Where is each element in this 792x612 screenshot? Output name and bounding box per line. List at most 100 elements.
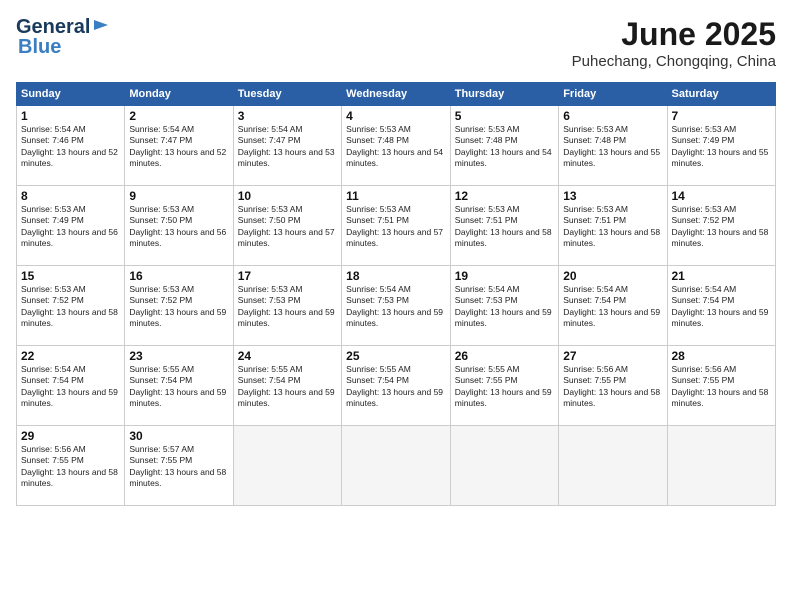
day-info: Sunrise: 5:57 AM Sunset: 7:55 PM Dayligh… <box>129 444 228 490</box>
table-row: 7 Sunrise: 5:53 AM Sunset: 7:49 PM Dayli… <box>667 106 776 186</box>
day-number: 24 <box>238 349 337 363</box>
table-row: 4 Sunrise: 5:53 AM Sunset: 7:48 PM Dayli… <box>342 106 451 186</box>
day-number: 23 <box>129 349 228 363</box>
table-row: 11 Sunrise: 5:53 AM Sunset: 7:51 PM Dayl… <box>342 186 451 266</box>
table-row: 12 Sunrise: 5:53 AM Sunset: 7:51 PM Dayl… <box>450 186 558 266</box>
day-number: 3 <box>238 109 337 123</box>
table-row: 3 Sunrise: 5:54 AM Sunset: 7:47 PM Dayli… <box>233 106 341 186</box>
day-number: 8 <box>21 189 120 203</box>
col-wednesday: Wednesday <box>342 83 451 106</box>
day-info: Sunrise: 5:53 AM Sunset: 7:50 PM Dayligh… <box>129 204 228 250</box>
day-info: Sunrise: 5:54 AM Sunset: 7:47 PM Dayligh… <box>238 124 337 170</box>
table-row: 18 Sunrise: 5:54 AM Sunset: 7:53 PM Dayl… <box>342 266 451 346</box>
day-number: 30 <box>129 429 228 443</box>
day-number: 2 <box>129 109 228 123</box>
day-number: 17 <box>238 269 337 283</box>
table-row: 10 Sunrise: 5:53 AM Sunset: 7:50 PM Dayl… <box>233 186 341 266</box>
table-row: 14 Sunrise: 5:53 AM Sunset: 7:52 PM Dayl… <box>667 186 776 266</box>
day-info: Sunrise: 5:56 AM Sunset: 7:55 PM Dayligh… <box>563 364 662 410</box>
day-info: Sunrise: 5:53 AM Sunset: 7:49 PM Dayligh… <box>672 124 772 170</box>
day-number: 16 <box>129 269 228 283</box>
day-info: Sunrise: 5:54 AM Sunset: 7:46 PM Dayligh… <box>21 124 120 170</box>
day-info: Sunrise: 5:55 AM Sunset: 7:54 PM Dayligh… <box>238 364 337 410</box>
table-row: 20 Sunrise: 5:54 AM Sunset: 7:54 PM Dayl… <box>559 266 667 346</box>
calendar-week-3: 15 Sunrise: 5:53 AM Sunset: 7:52 PM Dayl… <box>17 266 776 346</box>
day-number: 7 <box>672 109 772 123</box>
calendar-week-5: 29 Sunrise: 5:56 AM Sunset: 7:55 PM Dayl… <box>17 426 776 506</box>
day-number: 22 <box>21 349 120 363</box>
table-row: 16 Sunrise: 5:53 AM Sunset: 7:52 PM Dayl… <box>125 266 233 346</box>
day-number: 21 <box>672 269 772 283</box>
table-row <box>559 426 667 506</box>
day-info: Sunrise: 5:53 AM Sunset: 7:52 PM Dayligh… <box>672 204 772 250</box>
table-row: 13 Sunrise: 5:53 AM Sunset: 7:51 PM Dayl… <box>559 186 667 266</box>
day-number: 5 <box>455 109 554 123</box>
day-number: 26 <box>455 349 554 363</box>
table-row <box>667 426 776 506</box>
table-row: 6 Sunrise: 5:53 AM Sunset: 7:48 PM Dayli… <box>559 106 667 186</box>
table-row: 1 Sunrise: 5:54 AM Sunset: 7:46 PM Dayli… <box>17 106 125 186</box>
table-row: 8 Sunrise: 5:53 AM Sunset: 7:49 PM Dayli… <box>17 186 125 266</box>
day-info: Sunrise: 5:53 AM Sunset: 7:50 PM Dayligh… <box>238 204 337 250</box>
day-info: Sunrise: 5:55 AM Sunset: 7:54 PM Dayligh… <box>346 364 446 410</box>
day-info: Sunrise: 5:53 AM Sunset: 7:51 PM Dayligh… <box>455 204 554 250</box>
table-row: 25 Sunrise: 5:55 AM Sunset: 7:54 PM Dayl… <box>342 346 451 426</box>
col-sunday: Sunday <box>17 83 125 106</box>
table-row <box>342 426 451 506</box>
day-info: Sunrise: 5:56 AM Sunset: 7:55 PM Dayligh… <box>21 444 120 490</box>
day-info: Sunrise: 5:53 AM Sunset: 7:52 PM Dayligh… <box>21 284 120 330</box>
table-row: 17 Sunrise: 5:53 AM Sunset: 7:53 PM Dayl… <box>233 266 341 346</box>
table-row: 23 Sunrise: 5:55 AM Sunset: 7:54 PM Dayl… <box>125 346 233 426</box>
calendar-week-1: 1 Sunrise: 5:54 AM Sunset: 7:46 PM Dayli… <box>17 106 776 186</box>
day-info: Sunrise: 5:53 AM Sunset: 7:48 PM Dayligh… <box>346 124 446 170</box>
day-number: 10 <box>238 189 337 203</box>
day-number: 13 <box>563 189 662 203</box>
day-info: Sunrise: 5:53 AM Sunset: 7:51 PM Dayligh… <box>563 204 662 250</box>
table-row: 19 Sunrise: 5:54 AM Sunset: 7:53 PM Dayl… <box>450 266 558 346</box>
day-info: Sunrise: 5:55 AM Sunset: 7:54 PM Dayligh… <box>129 364 228 410</box>
table-row: 24 Sunrise: 5:55 AM Sunset: 7:54 PM Dayl… <box>233 346 341 426</box>
day-info: Sunrise: 5:54 AM Sunset: 7:47 PM Dayligh… <box>129 124 228 170</box>
page-header: General Blue June 2025 Puhechang, Chongq… <box>16 16 776 70</box>
table-row: 26 Sunrise: 5:55 AM Sunset: 7:55 PM Dayl… <box>450 346 558 426</box>
table-row: 27 Sunrise: 5:56 AM Sunset: 7:55 PM Dayl… <box>559 346 667 426</box>
calendar-header-row: Sunday Monday Tuesday Wednesday Thursday… <box>17 83 776 106</box>
day-number: 18 <box>346 269 446 283</box>
day-number: 19 <box>455 269 554 283</box>
col-friday: Friday <box>559 83 667 106</box>
day-info: Sunrise: 5:53 AM Sunset: 7:48 PM Dayligh… <box>563 124 662 170</box>
day-info: Sunrise: 5:53 AM Sunset: 7:51 PM Dayligh… <box>346 204 446 250</box>
table-row <box>450 426 558 506</box>
day-number: 15 <box>21 269 120 283</box>
col-tuesday: Tuesday <box>233 83 341 106</box>
calendar-week-2: 8 Sunrise: 5:53 AM Sunset: 7:49 PM Dayli… <box>17 186 776 266</box>
table-row: 5 Sunrise: 5:53 AM Sunset: 7:48 PM Dayli… <box>450 106 558 186</box>
day-number: 12 <box>455 189 554 203</box>
col-monday: Monday <box>125 83 233 106</box>
day-number: 14 <box>672 189 772 203</box>
day-number: 11 <box>346 189 446 203</box>
day-number: 4 <box>346 109 446 123</box>
day-info: Sunrise: 5:54 AM Sunset: 7:54 PM Dayligh… <box>21 364 120 410</box>
day-number: 6 <box>563 109 662 123</box>
table-row: 28 Sunrise: 5:56 AM Sunset: 7:55 PM Dayl… <box>667 346 776 426</box>
day-number: 29 <box>21 429 120 443</box>
day-number: 25 <box>346 349 446 363</box>
table-row: 22 Sunrise: 5:54 AM Sunset: 7:54 PM Dayl… <box>17 346 125 426</box>
table-row <box>233 426 341 506</box>
day-info: Sunrise: 5:53 AM Sunset: 7:48 PM Dayligh… <box>455 124 554 170</box>
day-info: Sunrise: 5:54 AM Sunset: 7:53 PM Dayligh… <box>455 284 554 330</box>
table-row: 30 Sunrise: 5:57 AM Sunset: 7:55 PM Dayl… <box>125 426 233 506</box>
day-number: 1 <box>21 109 120 123</box>
location: Puhechang, Chongqing, China <box>572 53 776 70</box>
day-number: 9 <box>129 189 228 203</box>
title-area: June 2025 Puhechang, Chongqing, China <box>572 16 776 70</box>
calendar-week-4: 22 Sunrise: 5:54 AM Sunset: 7:54 PM Dayl… <box>17 346 776 426</box>
day-number: 27 <box>563 349 662 363</box>
col-thursday: Thursday <box>450 83 558 106</box>
day-info: Sunrise: 5:53 AM Sunset: 7:49 PM Dayligh… <box>21 204 120 250</box>
day-info: Sunrise: 5:54 AM Sunset: 7:54 PM Dayligh… <box>563 284 662 330</box>
calendar-table: Sunday Monday Tuesday Wednesday Thursday… <box>16 82 776 506</box>
table-row: 9 Sunrise: 5:53 AM Sunset: 7:50 PM Dayli… <box>125 186 233 266</box>
table-row: 2 Sunrise: 5:54 AM Sunset: 7:47 PM Dayli… <box>125 106 233 186</box>
